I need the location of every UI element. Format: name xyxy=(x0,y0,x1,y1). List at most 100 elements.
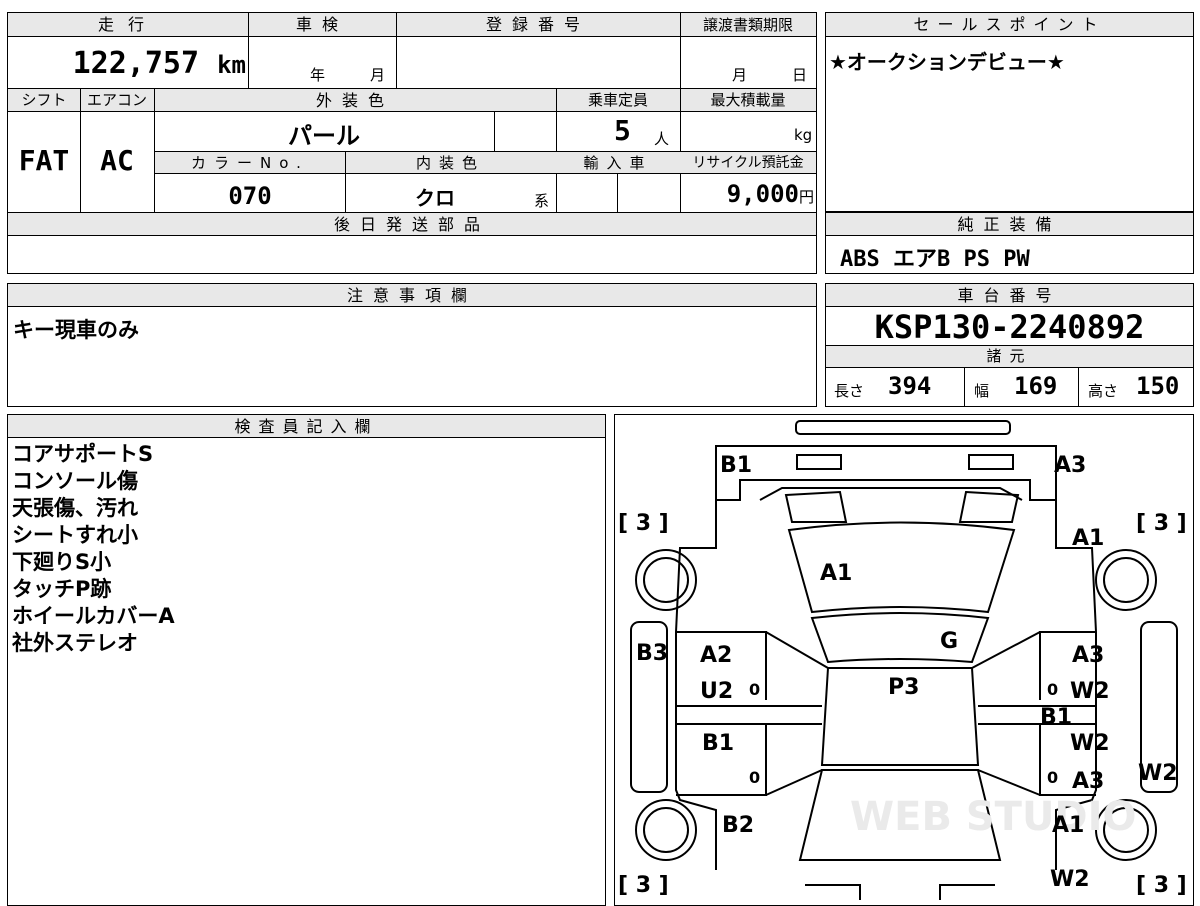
mark-left-rear-door: B1 xyxy=(702,731,734,756)
registration-label: 登録番号 xyxy=(485,15,590,34)
transfer-month: 月 xyxy=(732,66,748,84)
capacity-label: 乗車定員 xyxy=(587,91,648,109)
max-load-unit: kg xyxy=(794,126,813,144)
recycle-amount: 9,000 xyxy=(726,180,799,208)
ac-value: AC xyxy=(100,144,134,177)
length-value: 394 xyxy=(888,372,932,400)
recycle-value: 9,000円 xyxy=(680,180,814,208)
grid-line xyxy=(680,13,681,88)
mileage-value: 122,757 km xyxy=(60,44,246,85)
mark-hood: A1 xyxy=(820,561,852,586)
inspection-month: 月 xyxy=(370,66,386,84)
inspector-note: コアサポートS xyxy=(12,442,154,466)
recycle-unit: 円 xyxy=(798,188,814,206)
tire-rating-front-right: [ 3 ] xyxy=(1136,511,1187,536)
sales-point-box xyxy=(825,12,1194,212)
equipment-text: ABS エアB PS PW xyxy=(840,247,1030,272)
mark-roof: P3 xyxy=(888,675,919,700)
inspector-note: ホイールカバーA xyxy=(12,604,175,628)
interior-color-suffix: 系 xyxy=(534,192,550,210)
tire-rating-rear-left: [ 3 ] xyxy=(618,873,669,898)
pillar-mark: 0 xyxy=(749,680,760,699)
mark-windshield: G xyxy=(940,629,958,654)
mileage-unit: km xyxy=(217,51,246,79)
pillar-mark: 0 xyxy=(1047,768,1058,787)
interior-color-label: 内装色 xyxy=(415,154,485,172)
specs-label: 諸元 xyxy=(826,345,1193,368)
capacity-value: 5 xyxy=(614,114,631,147)
capacity-unit: 人 xyxy=(654,130,670,148)
grid-line xyxy=(494,112,495,151)
mark-right-rear-bottom: W2 xyxy=(1050,867,1090,892)
mark-front-left-corner: B1 xyxy=(720,453,752,478)
sales-point-label: セールスポイント xyxy=(826,13,1193,37)
grid-line xyxy=(1078,368,1079,406)
watermark: WEB STUDIO xyxy=(850,794,1137,840)
pillar-mark: 0 xyxy=(1047,680,1058,699)
mark-left-side-panel: B3 xyxy=(636,641,668,666)
mark-right-rear-door-2: A3 xyxy=(1072,769,1104,794)
mileage-number: 122,757 xyxy=(72,46,200,81)
color-no-label: カラーNo. xyxy=(191,154,309,172)
headlight-left xyxy=(784,490,848,523)
sales-point-text: ★オークションデビュー★ xyxy=(829,50,1065,74)
pillar-mark: 0 xyxy=(749,768,760,787)
height-value: 150 xyxy=(1136,372,1180,400)
inspector-note: 天張傷、汚れ xyxy=(12,496,138,520)
grid-line xyxy=(617,174,618,213)
grid-line xyxy=(396,13,397,88)
notes-text: キー現車のみ xyxy=(13,318,139,342)
notes-label: 注意事項欄 xyxy=(8,284,816,307)
width-label: 幅 xyxy=(974,382,990,400)
mark-right-rear-door-1: W2 xyxy=(1070,731,1110,756)
windshield-panel xyxy=(810,612,990,664)
equipment-label: 純正装備 xyxy=(826,213,1193,236)
mark-left-rear-fender: B2 xyxy=(722,813,754,838)
inspection-year: 年 xyxy=(310,66,326,84)
headlight-right xyxy=(958,490,1020,523)
tire-rating-front-left: [ 3 ] xyxy=(618,511,669,536)
chassis-value: KSP130-2240892 xyxy=(874,308,1145,346)
mark-right-side-panel: W2 xyxy=(1138,761,1178,786)
tire-rating-rear-right: [ 3 ] xyxy=(1136,873,1187,898)
color-no-value: 070 xyxy=(228,182,272,210)
inspector-note: コンソール傷 xyxy=(12,469,138,493)
mark-right-rear-fender: A1 xyxy=(1052,813,1084,838)
front-bumper-bar xyxy=(795,420,1011,435)
length-label: 長さ xyxy=(834,382,865,400)
later-parts-label: 後日発送部品 xyxy=(333,215,490,234)
width-value: 169 xyxy=(1014,372,1058,400)
interior-color-value: クロ xyxy=(415,186,455,210)
shift-label: シフト xyxy=(21,91,67,109)
transfer-deadline-label: 譲渡書類期限 xyxy=(702,16,793,34)
grid-line xyxy=(248,13,249,88)
exterior-color-label: 外装色 xyxy=(315,91,394,110)
mark-front-right-corner: A3 xyxy=(1054,453,1086,478)
front-light-right xyxy=(968,454,1014,470)
grid-line xyxy=(964,368,965,406)
height-label: 高さ xyxy=(1088,382,1119,400)
inspector-note: シートすれ小 xyxy=(12,523,138,547)
mark-right-center: B1 xyxy=(1040,705,1072,730)
rear-bumper xyxy=(805,884,995,900)
max-load-label: 最大積載量 xyxy=(710,91,786,109)
mark-left-front-door-2: U2 xyxy=(700,679,733,704)
car-damage-diagram: WEB STUDIO [ 3 ] [ 3 ] [ 3 ] [ 3 ] B1 A3… xyxy=(618,420,1187,900)
inspector-note: 社外ステレオ xyxy=(12,631,138,655)
chassis-label: 車台番号 xyxy=(826,284,1193,307)
transfer-day: 日 xyxy=(792,66,808,84)
inspector-note: タッチP跡 xyxy=(12,577,112,601)
inspector-notes: コアサポートS コンソール傷 天張傷、汚れ シートすれ小 下廻りS小 タッチP跡… xyxy=(12,441,175,657)
inspector-label: 検査員記入欄 xyxy=(8,415,605,438)
shift-value: FAT xyxy=(18,144,70,177)
exterior-color-value: パール xyxy=(288,122,360,150)
front-light-left xyxy=(796,454,842,470)
mark-right-front-door-2: W2 xyxy=(1070,679,1110,704)
inspection-label: 車検 xyxy=(295,15,348,34)
mileage-label: 走行 xyxy=(97,15,158,34)
inspector-note: 下廻りS小 xyxy=(12,550,112,574)
mark-right-front-fender: A1 xyxy=(1072,526,1104,551)
mark-right-front-door-1: A3 xyxy=(1072,643,1104,668)
recycle-label: リサイクル預託金 xyxy=(692,155,804,171)
import-label: 輸入車 xyxy=(583,154,653,172)
